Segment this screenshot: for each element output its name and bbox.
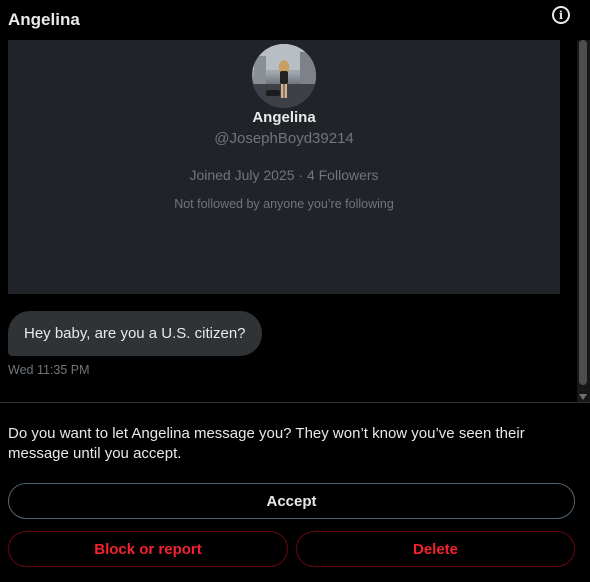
message-text: Hey baby, are you a U.S. citizen? xyxy=(24,325,246,342)
message-timestamp: Wed 11:35 PM xyxy=(8,363,90,377)
avatar-photo xyxy=(252,44,316,108)
delete-button[interactable]: Delete xyxy=(296,531,575,567)
divider xyxy=(0,402,590,403)
scrollbar[interactable] xyxy=(577,40,590,402)
block-or-report-button[interactable]: Block or report xyxy=(8,531,288,567)
followed-by-note: Not followed by anyone you’re following xyxy=(174,197,394,211)
conversation-title: Angelina xyxy=(8,10,80,29)
message-bubble[interactable]: Hey baby, are you a U.S. citizen? xyxy=(8,311,262,356)
scroll-down-arrow-icon[interactable] xyxy=(579,394,587,400)
profile-joined-info: Joined July 2025 · 4 Followers xyxy=(189,167,379,183)
profile-handle: @JosephBoyd39214 xyxy=(214,130,354,147)
message-request-prompt: Do you want to let Angelina message you?… xyxy=(8,425,525,462)
accept-button[interactable]: Accept xyxy=(8,483,575,519)
info-icon[interactable]: i xyxy=(552,6,570,24)
avatar[interactable] xyxy=(252,44,316,108)
scrollbar-thumb[interactable] xyxy=(579,40,587,385)
conversation-header: Angelina i xyxy=(0,0,590,40)
profile-card[interactable]: Angelina @JosephBoyd39214 Joined July 20… xyxy=(8,40,560,294)
profile-name[interactable]: Angelina xyxy=(8,109,560,126)
message-scroll-area[interactable]: Angelina @JosephBoyd39214 Joined July 20… xyxy=(0,40,590,402)
